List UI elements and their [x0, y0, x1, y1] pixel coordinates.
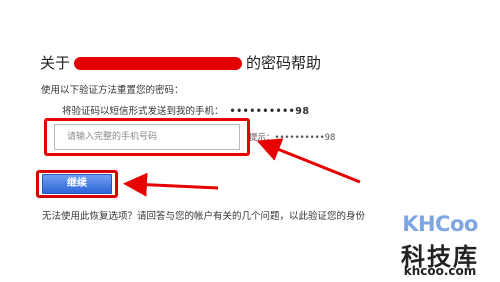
- sms-masked-number: ••••••••••98: [229, 106, 310, 117]
- title-prefix: 关于: [40, 54, 71, 72]
- sms-option-label: 将验证码以短信形式发送到我的手机：: [62, 106, 224, 117]
- watermark-logo: KHCoo 科技库 khcoo.com: [392, 212, 488, 280]
- alternative-verification-text: 无法使用此恢复选项？请回答与您的帐户有关的几个问题，以此验证您的身份: [42, 211, 366, 222]
- watermark-url: khcoo.com: [403, 264, 477, 278]
- instructions-text: 使用以下验证方法重置您的密码：: [41, 85, 184, 96]
- sms-option: 将验证码以短信形式发送到我的手机： ••••••••••98: [62, 103, 309, 117]
- hint-label: 提示：: [249, 133, 275, 143]
- continue-button[interactable]: 继续: [42, 174, 112, 194]
- phone-input-highlight-box: [44, 118, 250, 156]
- title-suffix: 的密码帮助: [246, 54, 322, 72]
- phone-hint: 提示：••••••••••98: [249, 131, 335, 143]
- redacted-email: [74, 57, 243, 70]
- arrow-to-continue: [123, 172, 219, 197]
- watermark-brand: KHCoo: [402, 212, 478, 236]
- arrow-to-input: [256, 138, 361, 184]
- page-title: 关于 的密码帮助: [40, 52, 321, 73]
- hint-masked-number: ••••••••••98: [274, 133, 336, 143]
